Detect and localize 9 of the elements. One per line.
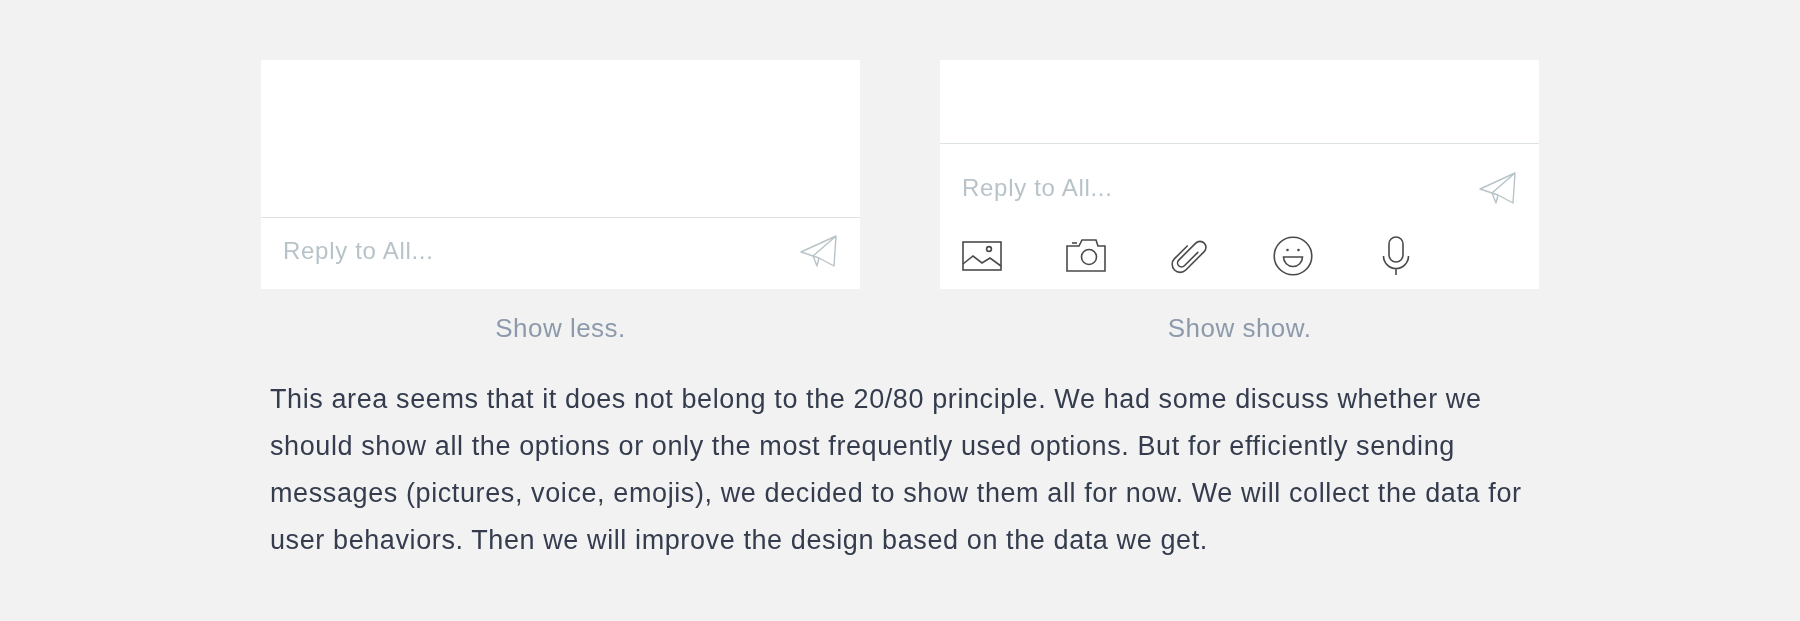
caption: Show less.: [495, 313, 626, 343]
description-paragraph: This area seems that it does not belong to the 20/80 principle. We had some discuss whether we should show all the options or only the most frequently used options. But for efficiently sending messages (pictures, voice, emojis), we decided to show them all for now. We will collect the data for user behaviors. Then we will improve the design based on the data we get.: [270, 383, 1523, 557]
reply-input[interactable]: Reply to All...: [962, 173, 1459, 203]
microphone-icon[interactable]: [1382, 236, 1410, 275]
image-icon[interactable]: [962, 240, 1002, 271]
caption: Show show.: [1167, 313, 1312, 343]
camera-icon[interactable]: [1065, 239, 1106, 272]
reply-input[interactable]: Reply to All...: [283, 236, 780, 266]
smiley-icon[interactable]: [1272, 235, 1313, 276]
